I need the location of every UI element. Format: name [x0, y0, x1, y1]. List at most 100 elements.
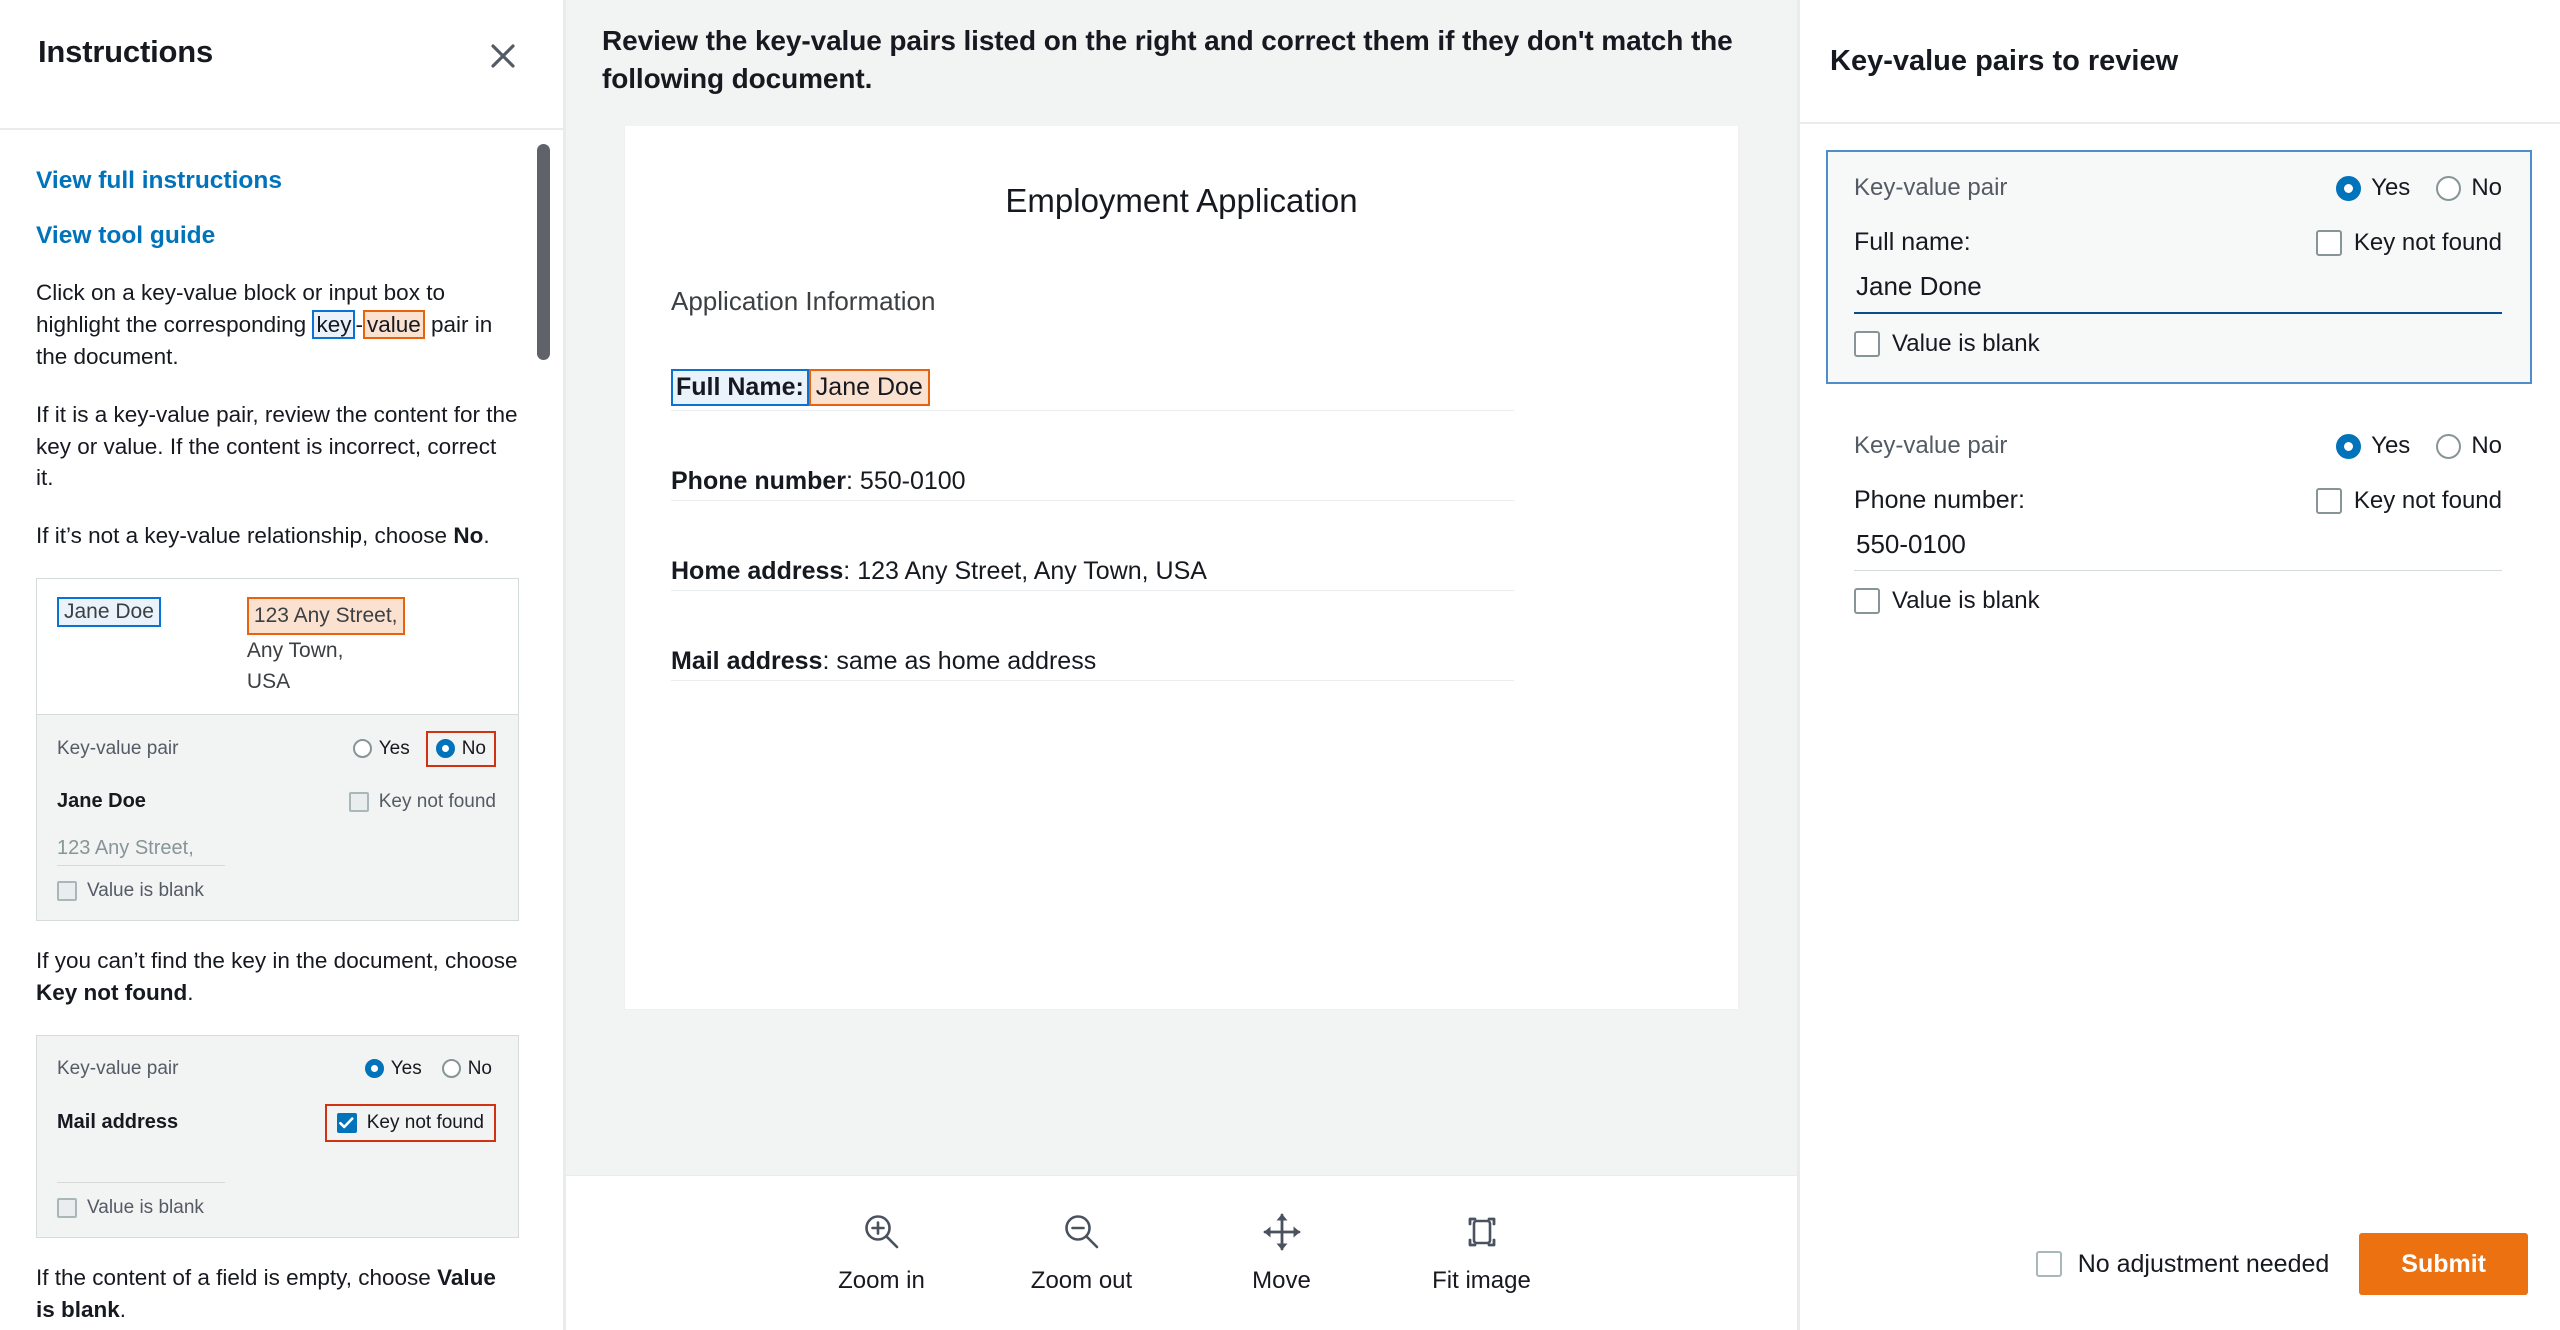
move-label: Move — [1252, 1267, 1311, 1294]
document-field-text-phone: Phone number: 550-0100 — [671, 467, 966, 496]
p5-text-b: . — [119, 1296, 127, 1322]
example2-value-is-blank-label: Value is blank — [87, 1196, 204, 1218]
example-card-no-selected: Jane Doe 123 Any Street, Any Town, USA K… — [36, 578, 519, 921]
example-value-is-blank[interactable]: Value is blank — [57, 880, 496, 902]
view-full-instructions-link[interactable]: View full instructions — [36, 166, 519, 195]
example-value-is-blank-label: Value is blank — [87, 879, 204, 901]
kv-card2-key-not-found[interactable]: Key not found — [2315, 486, 2502, 515]
example-kv-row-2: Key-value pair Yes No — [57, 1052, 496, 1086]
close-icon[interactable] — [481, 34, 525, 78]
p1-dash: - — [355, 311, 363, 337]
kv-card2-key-label: Phone number: — [1854, 486, 2025, 514]
kv-card2-value-input-wrap[interactable] — [1854, 525, 2502, 571]
document-key-mail: Mail address — [671, 647, 823, 676]
kv-card1-value-input-wrap[interactable] — [1854, 267, 2502, 314]
inline-value-highlight: value — [362, 309, 425, 339]
kv-card2-radio-yes[interactable]: Yes — [2336, 432, 2410, 460]
document-key-highlight[interactable]: Full Name: — [671, 369, 809, 407]
kv-card2-radio-yes-label: Yes — [2371, 432, 2411, 459]
example2-radio-yes-label: Yes — [390, 1057, 422, 1079]
example-value-underline — [57, 864, 225, 866]
radio-circle-selected-icon — [2336, 433, 2362, 459]
document-toolbar: Zoom in Zoom out Move Fit image — [566, 1175, 1797, 1330]
view-tool-guide-link[interactable]: View tool guide — [36, 221, 519, 250]
kv-card2-value-is-blank[interactable]: Value is blank — [1854, 587, 2502, 615]
example-doc-preview: Jane Doe 123 Any Street, Any Town, USA — [37, 579, 518, 715]
document-field-phone-number[interactable]: Phone number: 550-0100 — [671, 445, 1514, 502]
example-card-key-not-found: Key-value pair Yes No Mail address Key n… — [36, 1034, 519, 1238]
document-value-phone: 550-0100 — [859, 467, 966, 496]
example-value-field[interactable]: 123 Any Street, — [57, 837, 496, 865]
document-field-full-name[interactable]: Full Name: Jane Doe — [671, 355, 1514, 412]
p3-bold: No — [453, 523, 484, 549]
kv-card1-radio-no[interactable]: No — [2436, 174, 2502, 202]
inline-key-highlight: key — [312, 309, 356, 339]
key-value-panel-header: Key-value pairs to review — [1800, 0, 2560, 124]
kv-card1-type-row: Key-value pair Yes No — [1854, 174, 2502, 202]
kv-card1-key-not-found[interactable]: Key not found — [2315, 229, 2502, 257]
document-value-home: 123 Any Street, Any Town, USA — [857, 557, 1207, 586]
fit-image-icon — [1461, 1211, 1503, 1258]
document-viewport[interactable]: Employment Application Application Infor… — [566, 126, 1797, 1175]
kv-card1-pair-label: Key-value pair — [1854, 174, 2008, 201]
kv-card1-key-label: Full name: — [1854, 228, 1971, 256]
example2-kv-pair-label: Key-value pair — [57, 1057, 179, 1079]
example-key-not-found[interactable]: Key not found — [348, 791, 496, 813]
example-key-row-1: Jane Doe Key not found — [57, 785, 496, 819]
example2-radio-no-label: No — [467, 1057, 492, 1079]
radio-circle-icon — [441, 1059, 461, 1079]
example2-radio-yes[interactable]: Yes — [361, 1055, 426, 1083]
zoom-in-label: Zoom in — [838, 1267, 925, 1294]
example2-value-underline — [57, 1181, 225, 1183]
key-value-card-full-name[interactable]: Key-value pair Yes No Full name: Key not… — [1826, 150, 2532, 384]
document-field-home-address[interactable]: Home address: 123 Any Street, Any Town, … — [671, 535, 1514, 592]
radio-circle-selected-icon — [364, 1059, 384, 1079]
checkbox-icon — [57, 880, 77, 901]
document-sep-mail: : — [822, 647, 837, 676]
checkbox-icon — [2315, 229, 2342, 256]
kv-card2-value-input[interactable] — [1854, 525, 2502, 570]
example-radio-yes-label: Yes — [378, 737, 410, 759]
example2-radio-no[interactable]: No — [438, 1055, 496, 1083]
no-adjustment-needed-checkbox[interactable]: No adjustment needed — [2035, 1250, 2329, 1279]
p3-text-a: If it’s not a key-value relationship, ch… — [36, 523, 454, 549]
example-key-text: Jane Doe — [57, 790, 146, 813]
instruction-paragraph-1: Click on a key-value block or input box … — [36, 277, 519, 373]
example-radio-no-label: No — [461, 737, 486, 759]
kv-card1-value-input[interactable] — [1854, 267, 2502, 312]
scrollbar-thumb[interactable] — [537, 144, 550, 360]
p4-text-b: . — [187, 979, 194, 1005]
example-radio-no[interactable]: No — [425, 730, 496, 767]
document-key-phone: Phone number — [671, 467, 847, 496]
kv-card1-value-is-blank[interactable]: Value is blank — [1854, 330, 2502, 358]
key-value-panel: Key-value pairs to review Key-value pair… — [1800, 0, 2560, 1330]
example-radio-yes[interactable]: Yes — [349, 735, 414, 763]
example2-key-not-found[interactable]: Key not found — [324, 1103, 496, 1142]
move-icon — [1261, 1211, 1303, 1258]
instruction-paragraph-2: If it is a key-value pair, review the co… — [36, 401, 518, 491]
submit-button[interactable]: Submit — [2359, 1233, 2528, 1295]
kv-card1-radio-yes-label: Yes — [2371, 174, 2411, 201]
instructions-scrollbar[interactable] — [535, 130, 551, 1330]
key-value-card-phone-number[interactable]: Key-value pair Yes No Phone number: Key … — [1826, 408, 2532, 641]
kv-card2-radio-no[interactable]: No — [2436, 432, 2502, 460]
example-doc-value-line3: USA — [246, 670, 291, 694]
kv-card2-key-not-found-label: Key not found — [2353, 486, 2502, 514]
document-field-mail-address[interactable]: Mail address: same as home address — [671, 625, 1514, 682]
zoom-out-button[interactable]: Zoom out — [1017, 1211, 1147, 1295]
move-button[interactable]: Move — [1217, 1211, 1347, 1295]
annotation-tool-root: Instructions View full instructions View… — [0, 0, 2560, 1330]
kv-card2-type-row: Key-value pair Yes No — [1854, 432, 2502, 460]
document-value-highlight[interactable]: Jane Doe — [808, 369, 930, 407]
kv-card1-radio-yes[interactable]: Yes — [2336, 174, 2410, 202]
p5-text-a: If the content of a field is empty, choo… — [36, 1264, 438, 1290]
instruction-paragraph-5: If the content of a field is empty, choo… — [36, 1262, 519, 1326]
instructions-panel: Instructions View full instructions View… — [0, 0, 566, 1330]
example2-key-not-found-label: Key not found — [366, 1111, 484, 1133]
fit-image-button[interactable]: Fit image — [1417, 1211, 1547, 1295]
instruction-paragraph-4: If you can’t find the key in the documen… — [36, 945, 519, 1009]
document-sep-phone: : — [846, 467, 860, 496]
example2-value-is-blank[interactable]: Value is blank — [57, 1197, 496, 1219]
zoom-in-button[interactable]: Zoom in — [817, 1211, 947, 1295]
checkbox-icon — [2035, 1251, 2062, 1277]
